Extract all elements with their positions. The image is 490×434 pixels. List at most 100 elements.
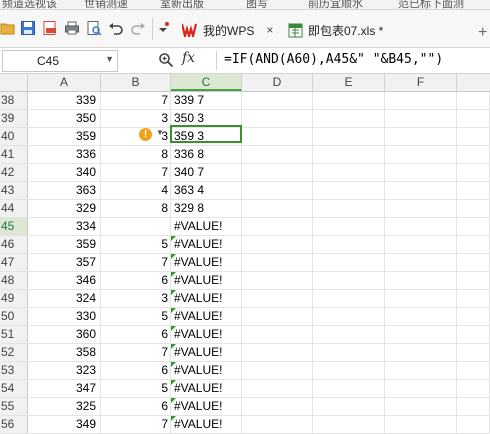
- row-header[interactable]: 50: [0, 308, 28, 325]
- empty-cell[interactable]: [242, 290, 313, 307]
- empty-cell[interactable]: [313, 182, 385, 199]
- empty-cell[interactable]: [242, 344, 313, 361]
- select-all-corner[interactable]: [0, 74, 28, 91]
- empty-cell[interactable]: [457, 110, 490, 127]
- cell-a[interactable]: 324: [28, 290, 101, 307]
- row-header[interactable]: 48: [0, 272, 28, 289]
- column-header-f[interactable]: F: [385, 74, 457, 91]
- cell-a[interactable]: 339: [28, 92, 101, 109]
- empty-cell[interactable]: [385, 164, 457, 181]
- insert-function-button[interactable]: fx: [182, 50, 195, 66]
- column-header-e[interactable]: E: [313, 74, 385, 91]
- empty-cell[interactable]: [242, 308, 313, 325]
- empty-cell[interactable]: [313, 200, 385, 217]
- cell-a[interactable]: 325: [28, 398, 101, 415]
- empty-cell[interactable]: [457, 290, 490, 307]
- cell-c[interactable]: 340 7: [171, 164, 242, 181]
- cell-a[interactable]: 340: [28, 164, 101, 181]
- empty-cell[interactable]: [242, 326, 313, 343]
- empty-cell[interactable]: [457, 92, 490, 109]
- cell-a[interactable]: 334: [28, 218, 101, 235]
- top-strip-item[interactable]: 前历宜顺水: [308, 0, 363, 9]
- cell-b[interactable]: 6: [101, 398, 171, 415]
- chevron-down-icon[interactable]: ▼: [105, 54, 114, 64]
- cell-a[interactable]: 330: [28, 308, 101, 325]
- empty-cell[interactable]: [385, 362, 457, 379]
- cell-a[interactable]: 357: [28, 254, 101, 271]
- empty-cell[interactable]: [242, 272, 313, 289]
- empty-cell[interactable]: [313, 110, 385, 127]
- cell-c[interactable]: 359 3: [171, 128, 242, 145]
- empty-cell[interactable]: [457, 218, 490, 235]
- row-header[interactable]: 54: [0, 380, 28, 397]
- tab-spreadsheet[interactable]: 即包表07.xls *: [288, 17, 383, 43]
- column-header-b[interactable]: B: [101, 74, 171, 91]
- empty-cell[interactable]: [313, 272, 385, 289]
- empty-cell[interactable]: [457, 236, 490, 253]
- empty-cell[interactable]: [385, 326, 457, 343]
- empty-cell[interactable]: [385, 200, 457, 217]
- empty-cell[interactable]: [242, 362, 313, 379]
- row-header[interactable]: 46: [0, 236, 28, 253]
- empty-cell[interactable]: [313, 254, 385, 271]
- top-strip-item[interactable]: 频道选视该: [2, 0, 57, 9]
- cell-b[interactable]: 4: [101, 182, 171, 199]
- cell-c[interactable]: #VALUE!: [171, 308, 242, 325]
- save-icon[interactable]: [20, 20, 36, 36]
- empty-cell[interactable]: [242, 182, 313, 199]
- column-header-a[interactable]: A: [28, 74, 101, 91]
- empty-cell[interactable]: [313, 344, 385, 361]
- cell-c[interactable]: #VALUE!: [171, 326, 242, 343]
- cell-a[interactable]: 359: [28, 236, 101, 253]
- empty-cell[interactable]: [457, 398, 490, 415]
- empty-cell[interactable]: [457, 326, 490, 343]
- row-header[interactable]: 45: [0, 218, 28, 235]
- empty-cell[interactable]: [313, 236, 385, 253]
- row-header[interactable]: 56: [0, 416, 28, 433]
- top-strip-item[interactable]: 范已标下面测: [398, 0, 464, 9]
- error-warning-icon[interactable]: !: [139, 128, 152, 141]
- empty-cell[interactable]: [385, 128, 457, 145]
- empty-cell[interactable]: [385, 380, 457, 397]
- cell-a[interactable]: 336: [28, 146, 101, 163]
- row-header[interactable]: 42: [0, 164, 28, 181]
- row-header[interactable]: 55: [0, 398, 28, 415]
- row-header[interactable]: 41: [0, 146, 28, 163]
- row-header[interactable]: 47: [0, 254, 28, 271]
- row-header[interactable]: 39: [0, 110, 28, 127]
- empty-cell[interactable]: [242, 380, 313, 397]
- empty-cell[interactable]: [313, 416, 385, 433]
- cell-b[interactable]: 7: [101, 164, 171, 181]
- export-pdf-icon[interactable]: [42, 20, 58, 36]
- empty-cell[interactable]: [242, 236, 313, 253]
- top-strip-item[interactable]: 图写: [246, 0, 268, 9]
- empty-cell[interactable]: [385, 254, 457, 271]
- empty-cell[interactable]: [242, 398, 313, 415]
- empty-cell[interactable]: [457, 380, 490, 397]
- empty-cell[interactable]: [242, 110, 313, 127]
- empty-cell[interactable]: [385, 236, 457, 253]
- empty-cell[interactable]: [313, 308, 385, 325]
- empty-cell[interactable]: [457, 164, 490, 181]
- empty-cell[interactable]: [385, 344, 457, 361]
- cell-b[interactable]: 8: [101, 200, 171, 217]
- empty-cell[interactable]: [385, 218, 457, 235]
- cell-c[interactable]: #VALUE!: [171, 272, 242, 289]
- name-box[interactable]: C45 ▼: [2, 50, 118, 72]
- cell-a[interactable]: 329: [28, 200, 101, 217]
- empty-cell[interactable]: [242, 416, 313, 433]
- empty-cell[interactable]: [313, 218, 385, 235]
- empty-cell[interactable]: [385, 290, 457, 307]
- empty-cell[interactable]: [385, 272, 457, 289]
- empty-cell[interactable]: [385, 308, 457, 325]
- tab-my-wps[interactable]: 我的WPS ×: [182, 17, 273, 43]
- cell-b[interactable]: 7: [101, 416, 171, 433]
- cell-b[interactable]: 5: [101, 236, 171, 253]
- empty-cell[interactable]: [242, 200, 313, 217]
- cell-a[interactable]: 359: [28, 128, 101, 145]
- cell-a[interactable]: 360: [28, 326, 101, 343]
- print-preview-icon[interactable]: [86, 20, 102, 36]
- chevron-down-icon[interactable]: ▼: [156, 128, 164, 137]
- top-strip-item[interactable]: 世销测速: [84, 0, 128, 9]
- cell-c[interactable]: #VALUE!: [171, 236, 242, 253]
